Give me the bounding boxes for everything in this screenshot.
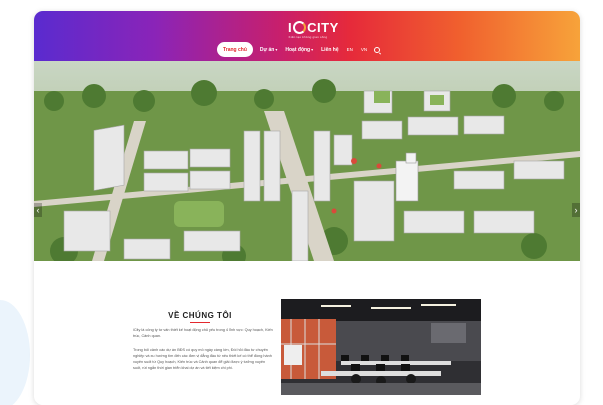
search-icon[interactable]	[374, 46, 381, 53]
logo-ring-icon	[293, 20, 307, 34]
logo-text: CITY	[307, 19, 339, 35]
logo-prefix: I	[288, 19, 293, 35]
nav-item-projects[interactable]: Dự án ▾	[256, 42, 281, 57]
logo-tagline: Kiến tạo không gian sống	[288, 35, 328, 39]
chevron-right-icon: ›	[574, 205, 578, 215]
chevron-down-icon: ▾	[311, 47, 314, 52]
nav-label: Hoạt động	[285, 46, 311, 53]
about-paragraph-2: Trong bối cảnh các dự án BĐS có quy mô n…	[133, 348, 272, 370]
nav-item-activities[interactable]: Hoạt động ▾	[281, 42, 317, 57]
nav-item-home[interactable]: Trang chủ	[217, 42, 253, 57]
office-photo-illustration	[281, 299, 481, 395]
office-photo	[281, 299, 481, 395]
aerial-city-rendering	[34, 61, 580, 261]
lang-en-button[interactable]: EN	[343, 47, 357, 52]
chevron-left-icon: ‹	[36, 205, 40, 215]
site-header: I CITY Kiến tạo không gian sống Trang ch…	[34, 11, 580, 61]
about-title: VỀ CHÚNG TÔI	[168, 311, 232, 320]
website-frame: I CITY Kiến tạo không gian sống Trang ch…	[34, 11, 580, 405]
about-paragraph-1: iCity là công ty tư vấn thiết kế hoạt độ…	[133, 328, 273, 338]
chevron-down-icon: ▾	[275, 47, 278, 52]
slider-prev-button[interactable]: ‹	[34, 203, 42, 217]
slider-next-button[interactable]: ›	[572, 203, 580, 217]
main-nav: Trang chủ Dự án ▾ Hoạt động ▾ Liên hệ EN V…	[217, 42, 381, 57]
nav-label: Dự án	[259, 46, 275, 53]
nav-label: Trang chủ	[223, 46, 247, 53]
title-underline	[190, 322, 210, 323]
lang-vn-button[interactable]: VN	[357, 47, 371, 52]
hero-slider: ‹ ›	[34, 61, 580, 261]
nav-item-contact[interactable]: Liên hệ	[317, 42, 343, 57]
nav-label: Liên hệ	[321, 46, 339, 53]
background-decoration	[0, 300, 30, 405]
about-section: VỀ CHÚNG TÔI iCity là công ty tư vấn thi…	[34, 261, 580, 405]
